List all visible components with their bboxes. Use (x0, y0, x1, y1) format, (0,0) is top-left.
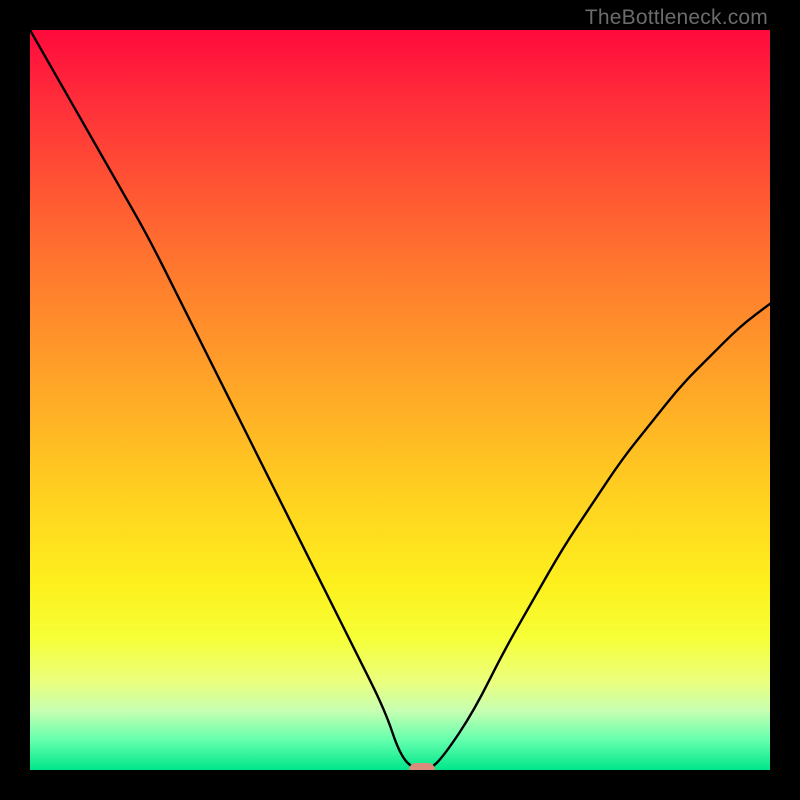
plot-area (30, 30, 770, 770)
curve-path (30, 30, 770, 770)
chart-frame: TheBottleneck.com (0, 0, 800, 800)
minimum-marker (409, 763, 435, 770)
bottleneck-curve (30, 30, 770, 770)
attribution-label: TheBottleneck.com (585, 6, 768, 30)
